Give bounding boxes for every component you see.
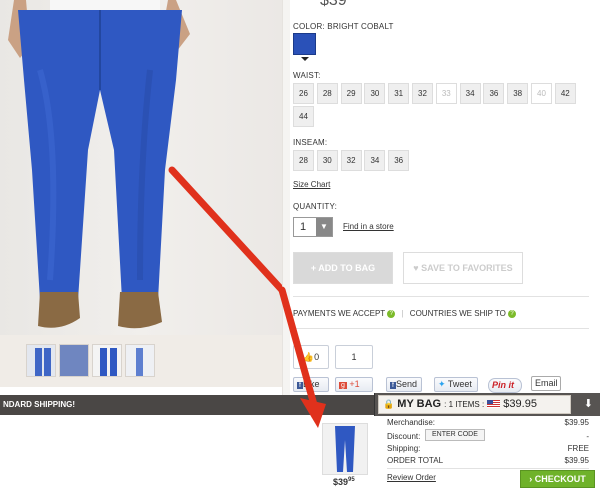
waist-size-option[interactable]: 26 bbox=[293, 83, 314, 104]
my-bag-bar[interactable]: 🔒 MY BAG : 1 ITEMS : $39.95 ⬇ bbox=[374, 393, 600, 416]
gplus-counter: 1 bbox=[335, 345, 373, 369]
payments-link[interactable]: PAYMENTS WE ACCEPT bbox=[293, 309, 385, 318]
merchandise-value: $39.95 bbox=[564, 418, 589, 427]
product-photo bbox=[0, 0, 282, 335]
enter-code-button[interactable]: ENTER CODE bbox=[425, 429, 485, 441]
price: $39 bbox=[320, 0, 347, 9]
order-total-label: ORDER TOTAL bbox=[387, 456, 444, 465]
waist-label: WAIST: bbox=[293, 71, 321, 80]
review-order-link[interactable]: Review Order bbox=[387, 473, 436, 482]
waist-size-option[interactable]: 42 bbox=[554, 83, 576, 104]
thumbnail-4[interactable] bbox=[125, 344, 155, 377]
inseam-size-option[interactable]: 36 bbox=[388, 150, 410, 171]
discount-value: - bbox=[586, 432, 589, 441]
heart-icon: ♥ bbox=[413, 263, 419, 273]
my-bag-summary[interactable]: 🔒 MY BAG : 1 ITEMS : $39.95 bbox=[378, 395, 571, 414]
quantity-select[interactable]: 1 ▼ bbox=[293, 217, 333, 237]
payment-shipping-info: PAYMENTS WE ACCEPT ? | COUNTRIES WE SHIP… bbox=[293, 309, 517, 318]
discount-row: Discount: ENTER CODE - bbox=[387, 429, 589, 441]
twitter-icon: ✦ bbox=[438, 379, 446, 389]
checkout-label: CHECKOUT bbox=[534, 474, 586, 484]
inseam-size-option[interactable]: 32 bbox=[340, 150, 362, 171]
merchandise-row: Merchandise: $39.95 bbox=[387, 418, 589, 427]
thumbnail-strip bbox=[0, 335, 282, 387]
color-swatch[interactable] bbox=[293, 33, 316, 55]
quantity-value: 1 bbox=[300, 221, 307, 233]
countries-link[interactable]: COUNTRIES WE SHIP TO bbox=[410, 309, 506, 318]
add-to-bag-button[interactable]: + ADD TO BAG bbox=[293, 252, 393, 284]
shipping-row: Shipping: FREE bbox=[387, 444, 589, 453]
us-flag-icon bbox=[487, 400, 501, 409]
gplus-button[interactable]: g +1 bbox=[335, 377, 373, 392]
merchandise-label: Merchandise: bbox=[387, 418, 436, 427]
tweet-label: Tweet bbox=[447, 379, 472, 389]
save-to-favorites-label: SAVE TO FAVORITES bbox=[421, 263, 513, 273]
inseam-size-option[interactable]: 30 bbox=[316, 150, 338, 171]
divider bbox=[293, 296, 589, 297]
divider bbox=[387, 468, 589, 469]
discount-label: Discount: bbox=[387, 432, 421, 441]
thumbnail-1[interactable] bbox=[26, 344, 56, 377]
find-in-store-link[interactable]: Find in a store bbox=[343, 222, 394, 231]
inseam-size-option[interactable]: 28 bbox=[293, 150, 314, 171]
waist-size-option[interactable]: 31 bbox=[388, 83, 410, 104]
thumbs-up-icon: 👍 bbox=[302, 352, 315, 362]
checkout-button[interactable]: › CHECKOUT bbox=[520, 470, 595, 488]
waist-size-option[interactable]: 34 bbox=[459, 83, 481, 104]
tweet-button[interactable]: ✦ Tweet bbox=[434, 377, 478, 392]
fb-send-button[interactable]: f Send bbox=[386, 377, 422, 392]
color-label: COLOR: BRIGHT COBALT bbox=[293, 22, 394, 31]
fb-like-button[interactable]: f Like bbox=[293, 377, 329, 392]
swatch-selected-indicator bbox=[301, 57, 309, 61]
inseam-label: INSEAM: bbox=[293, 138, 328, 147]
divider bbox=[293, 328, 589, 329]
arrow-right-icon: › bbox=[529, 474, 533, 484]
fb-like-counter: 👍0 bbox=[293, 345, 329, 369]
pinterest-button[interactable]: Pin it bbox=[488, 378, 522, 393]
bag-total: $39.95 bbox=[503, 398, 537, 410]
thumbnail-2[interactable] bbox=[59, 344, 89, 377]
quantity-label: QUANTITY: bbox=[293, 202, 338, 211]
thumbnail-3[interactable] bbox=[92, 344, 122, 377]
shipping-value: FREE bbox=[567, 444, 589, 453]
waist-size-option[interactable]: 38 bbox=[507, 83, 529, 104]
bag-details: $3995 bbox=[0, 416, 600, 491]
shipping-banner: NDARD SHIPPING! bbox=[0, 395, 374, 415]
waist-size-option[interactable]: 32 bbox=[412, 83, 433, 104]
bag-item-count: : 1 ITEMS : bbox=[444, 400, 485, 409]
gplus-icon: g bbox=[339, 382, 347, 389]
bag-item-price: $3995 bbox=[333, 477, 355, 487]
waist-size-option[interactable]: 36 bbox=[483, 83, 505, 104]
email-button[interactable]: Email bbox=[531, 376, 561, 391]
waist-size-option[interactable]: 28 bbox=[316, 83, 338, 104]
product-options-panel: $39 COLOR: BRIGHT COBALT WAIST: 26 28 29 30… bbox=[290, 0, 600, 395]
my-bag-title: MY BAG bbox=[397, 398, 442, 410]
lock-icon: 🔒 bbox=[383, 399, 395, 409]
waist-size-option[interactable]: 33 bbox=[435, 83, 457, 104]
waist-size-option[interactable]: 40 bbox=[531, 83, 552, 104]
waist-size-option[interactable]: 30 bbox=[364, 83, 386, 104]
chevron-down-icon[interactable]: ▼ bbox=[316, 218, 332, 236]
send-label: Send bbox=[395, 379, 417, 389]
order-total-value: $39.95 bbox=[564, 456, 589, 465]
column-divider bbox=[282, 0, 290, 395]
like-count: 0 bbox=[314, 352, 320, 362]
size-chart-link[interactable]: Size Chart bbox=[293, 180, 330, 189]
save-to-favorites-button[interactable]: ♥ SAVE TO FAVORITES bbox=[403, 252, 523, 284]
gplus-label: +1 bbox=[349, 379, 360, 389]
download-arrow-icon[interactable]: ⬇ bbox=[584, 397, 593, 410]
inseam-size-option[interactable]: 34 bbox=[364, 150, 386, 171]
shipping-label: Shipping: bbox=[387, 444, 421, 453]
bag-item-image[interactable] bbox=[322, 423, 368, 475]
order-total-row: ORDER TOTAL $39.95 bbox=[387, 456, 589, 465]
waist-size-option[interactable]: 29 bbox=[340, 83, 362, 104]
help-icon[interactable]: ? bbox=[508, 309, 517, 318]
like-label: Like bbox=[302, 379, 320, 389]
help-icon[interactable]: ? bbox=[387, 309, 396, 318]
waist-size-option[interactable]: 44 bbox=[293, 106, 314, 127]
item-price-main: $39 bbox=[333, 477, 349, 487]
item-price-cents: 95 bbox=[348, 477, 355, 483]
